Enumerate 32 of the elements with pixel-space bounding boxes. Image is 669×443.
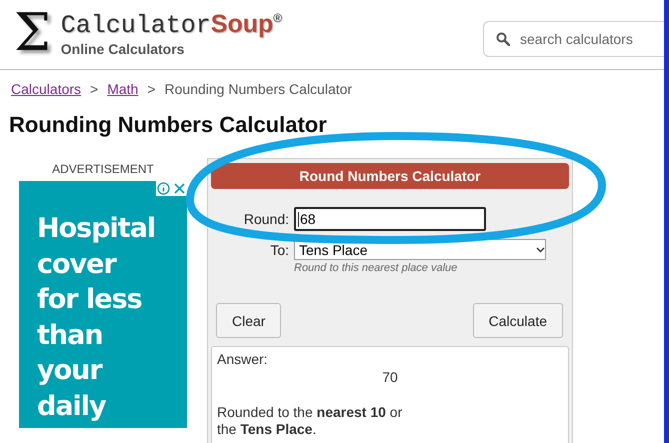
field-label: Round: (244, 211, 289, 227)
info-icon[interactable] (156, 181, 171, 196)
calculate-button[interactable]: Calculate (472, 303, 563, 338)
search-field[interactable]: search calculators (483, 20, 664, 56)
advertisement-text: for less (37, 283, 143, 317)
page-title: Rounding Numbers Calculator (9, 112, 328, 138)
close-icon[interactable] (172, 181, 187, 196)
advertisement-text: cover (37, 248, 118, 282)
breadcrumb-link[interactable]: Calculators (11, 81, 82, 97)
search-input[interactable]: search calculators (518, 30, 662, 48)
field-label: To: (270, 242, 289, 258)
search-icon (496, 32, 510, 46)
site-logo[interactable]: CalculatorSoup® (60, 12, 282, 38)
breadcrumb-separator: > (147, 81, 156, 97)
advertisement-label: ADVERTISEMENT (52, 162, 154, 176)
sigma-logo: Σ (14, 6, 51, 58)
tagline: Online Calculators (60, 41, 186, 57)
field-hint: Round to this nearest place value (294, 262, 458, 274)
dropdown-icon (536, 246, 545, 252)
advertisement-text: than (37, 318, 104, 352)
advertisement-text: your (37, 354, 104, 388)
advertisement-text: daily (37, 390, 107, 424)
breadcrumb-separator: > (90, 81, 98, 97)
number-input[interactable]: 68 (294, 207, 486, 231)
clear-button[interactable]: Clear (216, 303, 282, 338)
breadcrumb-current: Rounding Numbers Calculator (164, 81, 352, 97)
calculator-header: Round Numbers Calculator (211, 163, 569, 189)
answer-value: 70 (381, 369, 399, 385)
answer-explanation: Rounded to the nearest 10 or the Tens Place. (217, 404, 404, 438)
breadcrumb-link[interactable]: Math (107, 81, 138, 97)
advertisement-text: Hospital (37, 212, 156, 246)
answer-label: Answer: (217, 351, 269, 367)
